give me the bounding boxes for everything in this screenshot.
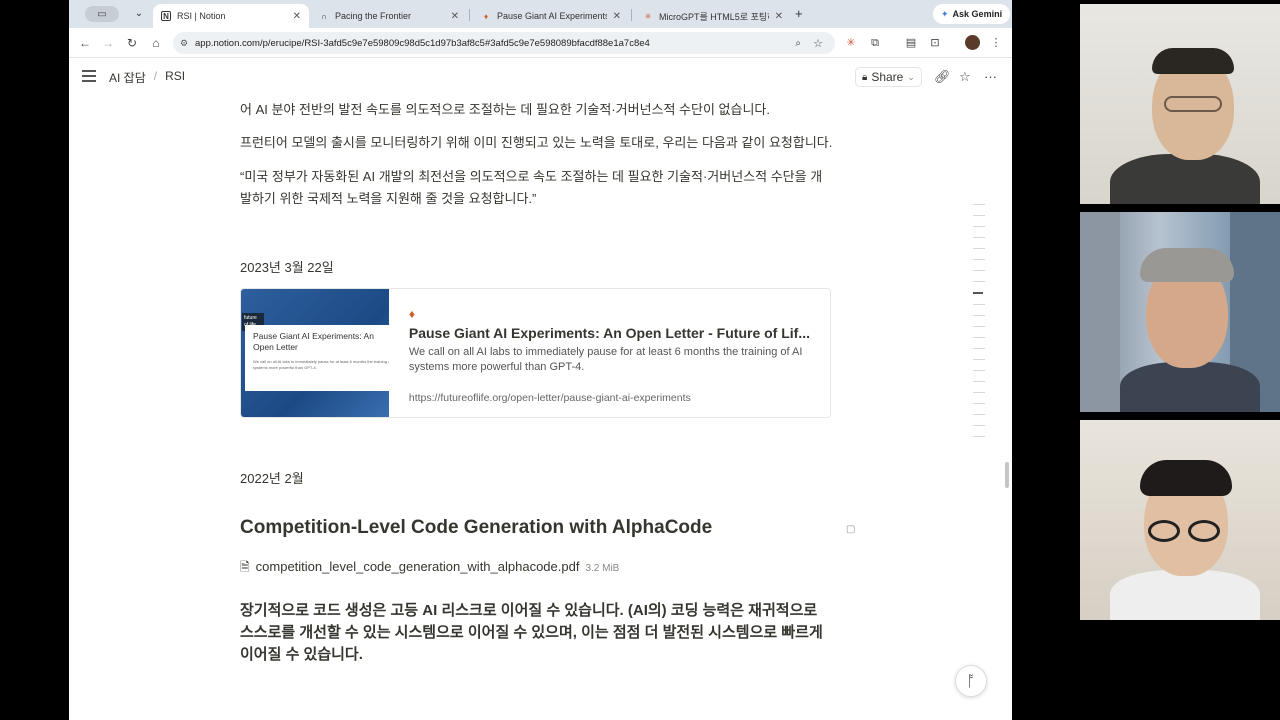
gemini-icon: ✦ [941,8,949,19]
tab-title: Pacing the Frontier [335,11,412,21]
bookmark-thumbnail: future of life Pause Giant AI Experiment… [241,289,389,417]
bookmark-card[interactable]: future of life Pause Giant AI Experiment… [240,288,831,418]
url-text: app.notion.com/p/erucipe/RSI-3afd5c9e7e5… [195,37,650,49]
file-size: 3.2 MiB [585,563,620,574]
bookmark-title: Pause Giant AI Experiments: An Open Lett… [408,325,810,341]
back-icon[interactable]: ← [77,35,93,51]
file-name: competition_level_code_generation_with_a… [255,559,580,574]
screenshot-icon[interactable]: ⊡ [927,35,943,51]
more-options-icon[interactable]: ··· [984,69,997,84]
page-content: 어 AI 분야 전반의 발전 속도를 의도적으로 조절하는 데 필요한 기술적·… [69,96,1012,720]
file-icon: 🗎︎ [240,560,250,574]
date-label: 2023년 3월 22일 [240,260,334,275]
favorite-star-icon[interactable]: ☆ [959,69,971,85]
claude-extension-icon[interactable]: ✳ [843,35,859,51]
notion-icon: ∩ [321,11,327,21]
breadcrumb-separator: / [153,69,158,83]
breadcrumb-item-rsi[interactable]: RSI [165,69,185,86]
bookmark-body: ♦ Pause Giant AI Experiments: An Open Le… [389,289,830,417]
zoom-icon[interactable]: ⌕ [795,38,801,49]
date-label: 2022년 2월 [240,471,304,486]
paragraph: 어 AI 분야 전반의 발전 속도를 의도적으로 조절하는 데 필요한 기술적·… [240,102,771,117]
chevron-down-icon[interactable]: ⌄ [131,6,147,22]
file-attachment[interactable]: 🗎︎ competition_level_code_generation_wit… [240,558,619,579]
lock-icon: 🔒︎ [862,71,868,83]
thumbnail-card: Pause Giant AI Experiments: An Open Lett… [245,325,389,391]
share-button[interactable]: 🔒︎ Share ⌄ [855,67,922,87]
claude-icon: ✳ [644,11,652,21]
notion-ai-help-icon[interactable]: ᚩ [955,665,987,697]
flame-icon: ♦ [483,11,489,21]
avatar[interactable] [965,35,980,50]
ask-gemini-label: Ask Gemini [952,9,1003,19]
scrollbar[interactable] [1005,462,1009,488]
tab-microgpt[interactable]: ✳ MicroGPT를 HTML5로 포팅하기 ✕ [635,4,791,28]
link-icon[interactable]: 🔗︎ [934,69,951,85]
bookmark-star-icon[interactable]: ☆ [813,37,823,50]
bold-paragraph: 장기적으로 코드 생성은 고등 AI 리스크로 이어질 수 있습니다. (AI의… [240,602,823,663]
thumbnail-title: Pause Giant AI Experiments: An Open Lett… [253,331,374,352]
tab-title: RSI | Notion [177,11,226,21]
home-icon[interactable]: ⌂ [148,35,164,51]
thumbnail-subtitle: We call on all AI labs to immediately pa… [253,359,389,370]
browser-window: ▭ ⌄ N RSI | Notion ✕ ∩ Pacing the Fronti… [69,0,1012,720]
browser-toolbar: ← → ↻ ⌂ ⚙ app.notion.com/p/erucipe/RSI-3… [69,28,1012,58]
ask-gemini-button[interactable]: ✦ Ask Gemini [933,4,1011,24]
breadcrumb: AI 잡담 / RSI [109,69,185,86]
sidebar-toggle-button[interactable]: ▭ [85,6,119,22]
video-tile-participant-3 [1080,420,1280,620]
chevron-down-icon: ⌄ [907,71,915,82]
forward-icon[interactable]: → [100,35,116,51]
paragraph: 프런티어 모델의 출시를 모니터링하기 위해 이미 진행되고 있는 노력을 토대… [240,135,833,150]
breadcrumb-item-ai-jabdam[interactable]: AI 잡담 [109,69,146,86]
close-icon[interactable]: ✕ [451,11,459,22]
notion-header: AI 잡담 / RSI 🔒︎ Share ⌄ 🔗︎ ☆ ··· [69,58,1012,96]
bookmark-url: https://futureoflife.org/open-letter/pau… [408,392,691,404]
close-icon[interactable]: ✕ [775,11,783,22]
new-tab-button[interactable]: + [795,6,803,21]
tab-rsi-notion[interactable]: N RSI | Notion ✕ [153,4,309,28]
comment-icon[interactable]: ▢ [846,524,855,535]
more-menu-icon[interactable]: ⋮ [988,35,1004,51]
video-tile-participant-2 [1080,212,1280,412]
close-icon[interactable]: ✕ [613,11,621,22]
bookmark-description: We call on all AI labs to immediately pa… [408,346,803,373]
reload-icon[interactable]: ↻ [124,35,140,51]
tab-title: Pause Giant AI Experiments: A [497,11,607,21]
quote-paragraph: “미국 정부가 자동화된 AI 개발의 최전선을 의도적으로 속도 조절하는 데… [240,169,823,206]
share-label: Share [871,70,904,84]
address-bar[interactable]: ⚙ app.notion.com/p/erucipe/RSI-3afd5c9e7… [173,32,835,54]
video-tile-participant-1 [1080,4,1280,204]
table-of-contents-rail[interactable] [973,204,985,447]
menu-icon[interactable] [82,70,96,82]
tab-title: MicroGPT를 HTML5로 포팅하기 [659,11,769,22]
tab-pause-giant[interactable]: ♦ Pause Giant AI Experiments: A ✕ [473,4,629,28]
flame-icon: ♦ [408,307,415,321]
tab-strip: ▭ ⌄ N RSI | Notion ✕ ∩ Pacing the Fronti… [69,0,1012,28]
notion-icon: N [161,11,171,21]
tab-pacing-frontier[interactable]: ∩ Pacing the Frontier ✕ [311,4,467,28]
site-info-icon[interactable]: ⚙ [173,38,195,49]
close-icon[interactable]: ✕ [293,11,301,22]
page-heading: Competition-Level Code Generation with A… [240,517,713,538]
reading-mode-icon[interactable]: ▤ [903,35,919,51]
extensions-icon[interactable]: ⧉ [867,35,883,51]
